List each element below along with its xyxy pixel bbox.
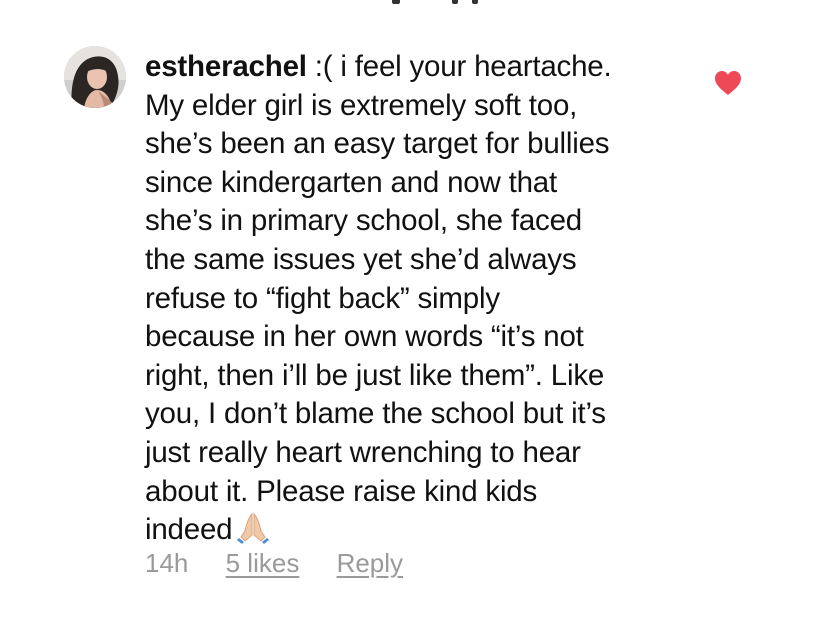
folded-hands-emoji — [237, 512, 270, 545]
comment-line-11: just really heart wrenching to hear — [145, 435, 581, 469]
comment-line-6: the same issues yet she’d always — [145, 242, 577, 276]
comment-line-12: about it. Please raise kind kids — [145, 474, 538, 508]
comment-line-8: because in her own words “it’s not — [145, 320, 584, 354]
comment-timestamp: 14h — [145, 548, 189, 578]
likes-count-link[interactable]: 5 likes — [226, 548, 300, 579]
comment-line-5: she’s in primary school, she faced — [145, 204, 583, 238]
avatar[interactable] — [64, 46, 126, 108]
comment-line-1: estherachel :( i feel your heartache. — [145, 50, 612, 83]
comment-line-3: she’s been an easy target for bullies — [145, 127, 610, 161]
previous-comment-edge — [0, 0, 830, 6]
comment-line-7: refuse to “fight back” simply — [145, 281, 500, 315]
comment-username[interactable]: estherachel — [145, 50, 307, 83]
comment-line-2: My elder girl is extremely soft too, — [145, 88, 578, 122]
heart-icon[interactable] — [714, 70, 742, 96]
reply-button[interactable]: Reply — [337, 548, 403, 579]
comment-line-9: right, then i’ll be just like them”. Lik… — [145, 358, 605, 392]
comment-body: estherachel :( i feel your heartache. My… — [145, 48, 685, 550]
comment-line-4: since kindergarten and now that — [145, 165, 557, 199]
comment-line-13: indeed — [145, 511, 685, 550]
avatar-image — [64, 46, 126, 108]
comment-meta: 14h 5 likes Reply — [145, 548, 433, 579]
comment-line-10: you, I don’t blame the school but it’s — [145, 397, 606, 431]
